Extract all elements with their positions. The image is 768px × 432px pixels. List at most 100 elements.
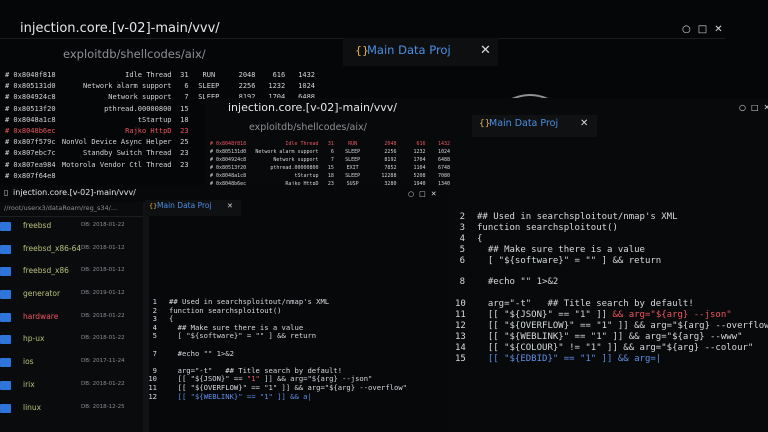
close-tab-icon[interactable]: ✕ bbox=[227, 202, 233, 210]
close-tab-icon[interactable]: ✕ bbox=[580, 118, 588, 129]
folder-item[interactable]: hp-ux DB: 2018-01-22 bbox=[0, 330, 143, 353]
folder-item[interactable]: freebsd_x86 DB: 2018-01-12 bbox=[0, 262, 143, 285]
folder-item[interactable]: generator DB: 2019-01-12 bbox=[0, 285, 143, 308]
line-number: 11 bbox=[455, 310, 466, 321]
table-cell-name: pthread.00000800 bbox=[104, 104, 172, 113]
table-cell-b: 5208 bbox=[413, 173, 426, 179]
table-cell-name: Idle Thread bbox=[285, 141, 319, 147]
table-cell-addr: # 0x807f579c bbox=[5, 138, 56, 147]
close-tab-icon[interactable]: ✕ bbox=[480, 43, 491, 58]
maximize-icon[interactable]: □ bbox=[751, 104, 759, 112]
table-row: # 0x8048f818 Idle Thread 31 RUN 2048 616 1432 bbox=[5, 70, 315, 81]
line-number: 12 bbox=[455, 321, 466, 331]
code-text: #echo "" 1>&2 bbox=[477, 277, 559, 288]
folder-item[interactable]: irix DB: 2018-01-22 bbox=[0, 376, 143, 399]
code-line: 6 [ "${software}" = "" ] && return bbox=[455, 255, 662, 266]
table-cell-a: 2256 bbox=[384, 149, 397, 155]
table-cell-addr: # 0x807ea984 bbox=[5, 160, 56, 169]
mid-tab[interactable]: {} Main Data Proj ✕ bbox=[472, 115, 597, 137]
table-cell-name: Motorola Vendor Ctl Thread bbox=[61, 160, 172, 169]
line-number: 2 bbox=[459, 212, 465, 222]
table-cell-name: Network alarm support bbox=[255, 149, 319, 155]
folder-item[interactable]: hardware DB: 2018-01-22 bbox=[0, 308, 143, 331]
table-cell-name: Standby Switch Thread bbox=[82, 149, 172, 158]
line-number: 12 bbox=[148, 391, 157, 401]
table-cell-addr: # 0x807f64e8 bbox=[5, 171, 56, 180]
table-cell-name: tStartup bbox=[137, 115, 172, 124]
folder-icon bbox=[0, 244, 11, 254]
code-text: && arg="${arg} --json" bbox=[612, 310, 732, 321]
line-number: 5 bbox=[459, 244, 465, 255]
code-text: [[ "${OVERFLOW}" == "1" ]] && arg="${arg… bbox=[477, 321, 768, 331]
code-text: arg="-t" ## Title search by default! bbox=[477, 299, 694, 310]
code-text: ## Used in searchsploitout/nmap's XML bbox=[477, 212, 678, 222]
folder-icon bbox=[0, 380, 11, 390]
table-cell-b: 1104 bbox=[413, 165, 426, 171]
table-cell-a: 12288 bbox=[381, 173, 397, 179]
code-text: [[ "${WEBLINK}" == "1" ]] && arg="${arg}… bbox=[477, 331, 743, 342]
table-row: # 0x8048a1c8 tStartup 18 SLEEP 12288 5208 7080 bbox=[210, 172, 450, 180]
mid-tab-label: Main Data Proj bbox=[489, 118, 559, 129]
maximize-icon[interactable]: □ bbox=[419, 191, 426, 198]
code-line: 3 function searchsploitout() bbox=[455, 223, 618, 233]
back-tab[interactable]: {} Main Data Proj ✕ bbox=[343, 38, 498, 66]
close-icon[interactable]: ✕ bbox=[431, 191, 437, 198]
table-cell-id: 6 bbox=[184, 82, 189, 91]
file-icon: ▯ bbox=[4, 188, 9, 197]
close-icon[interactable]: ✕ bbox=[764, 104, 768, 112]
folder-name: freebsd bbox=[23, 221, 52, 230]
folder-name: hardware bbox=[23, 311, 59, 321]
table-cell-id: 6 bbox=[330, 149, 334, 155]
table-cell-name bbox=[62, 171, 172, 182]
mid_window-rows: # 0x8048f818 Idle Thread 31 RUN 2048 616 1432 #… bbox=[210, 140, 450, 188]
front-window-controls: ○ □ ✕ bbox=[408, 191, 437, 198]
table-row: # 0x805131d0 Network alarm support 6 SLEEP 2… bbox=[5, 81, 315, 92]
table-cell-a: 7852 bbox=[384, 165, 397, 171]
table-cell-b: 1232 bbox=[413, 149, 426, 155]
maximize-icon[interactable]: □ bbox=[698, 25, 707, 35]
folder-icon bbox=[0, 267, 11, 277]
folder-item[interactable]: ios DB: 2017-11-24 bbox=[0, 353, 143, 376]
file-pane: //root/userx3/dataRoam/reg_s34/... freeb… bbox=[0, 202, 143, 432]
table-cell-state: RUN bbox=[202, 71, 216, 79]
line-number: 4 bbox=[459, 233, 465, 244]
table-row: # 0x80513f20 pthread.00000800 15 EXIT 7852 11… bbox=[210, 164, 450, 172]
table-cell-id: 7 bbox=[184, 93, 189, 102]
close-icon[interactable]: ✕ bbox=[714, 25, 722, 35]
table-cell-addr: # 0x805131d0 bbox=[210, 149, 247, 155]
table-cell-name: Network alarm support bbox=[82, 82, 172, 91]
table-cell-b: 1232 bbox=[268, 82, 286, 91]
code-line: 13 [[ "${WEBLINK}" == "1" ]] && arg="${a… bbox=[455, 332, 743, 342]
table-cell-c: 1432 bbox=[298, 71, 315, 79]
line-number: 7 bbox=[152, 348, 157, 358]
table-row: # 0x8048f818 Idle Thread 31 RUN 2048 616 1432 bbox=[210, 140, 450, 148]
table-cell-state: EXIT bbox=[346, 165, 359, 171]
code-line: 10 arg="-t" ## Title search by default! bbox=[455, 299, 694, 309]
code-text: function searchsploitout() bbox=[169, 305, 282, 315]
front-code-editor[interactable]: 1 ## Used in searchsploitout/nmap's XML 2 f… bbox=[145, 297, 445, 427]
table-cell-state: RUN bbox=[348, 141, 358, 147]
mid-window-title: injection.core.[v-02]-main/vvv/ bbox=[228, 101, 397, 114]
line-number: 13 bbox=[455, 331, 466, 342]
code-line: 5 ## Make sure there is a value bbox=[455, 245, 645, 255]
folder-item[interactable]: linux DB: 2018-12-25 bbox=[0, 399, 143, 422]
table-cell-c: 6488 bbox=[437, 157, 450, 163]
minimize-icon[interactable]: ○ bbox=[739, 104, 746, 112]
folder-date: DB: 2018-01-22 bbox=[81, 380, 125, 387]
mid-code-editor[interactable]: 2 ## Used in searchsploitout/nmap's XML 3 f… bbox=[455, 212, 768, 432]
code-text: ## Make sure there is a value bbox=[477, 244, 645, 255]
table-cell-addr: # 0x804924c8 bbox=[5, 93, 56, 102]
minimize-icon[interactable]: ○ bbox=[408, 191, 414, 198]
table-cell-addr: # 0x8048f818 bbox=[5, 71, 56, 79]
front-tab[interactable]: {} Main Data Proj ✕ bbox=[145, 200, 241, 216]
line-number: 6 bbox=[459, 255, 465, 266]
line-number: 8 bbox=[459, 277, 465, 288]
file-pane-path: //root/userx3/dataRoam/reg_s34/... bbox=[4, 204, 118, 212]
front-window: injection.core.[v-02]-main/vvv/ ▯ ○ □ ✕ … bbox=[0, 185, 448, 432]
table-cell-addr: # 0x8048b6ec bbox=[5, 127, 56, 136]
folder-item[interactable]: freebsd_x86-64 DB: 2018-01-12 bbox=[0, 240, 143, 263]
table-cell-addr: # 0x807ebc7c bbox=[5, 149, 56, 158]
minimize-icon[interactable]: ○ bbox=[682, 25, 691, 35]
code-line: 14 [[ "${COLOUR}" != "1" ]] && arg="${ar… bbox=[455, 343, 753, 353]
folder-item[interactable]: freebsd DB: 2018-01-22 bbox=[0, 217, 143, 240]
